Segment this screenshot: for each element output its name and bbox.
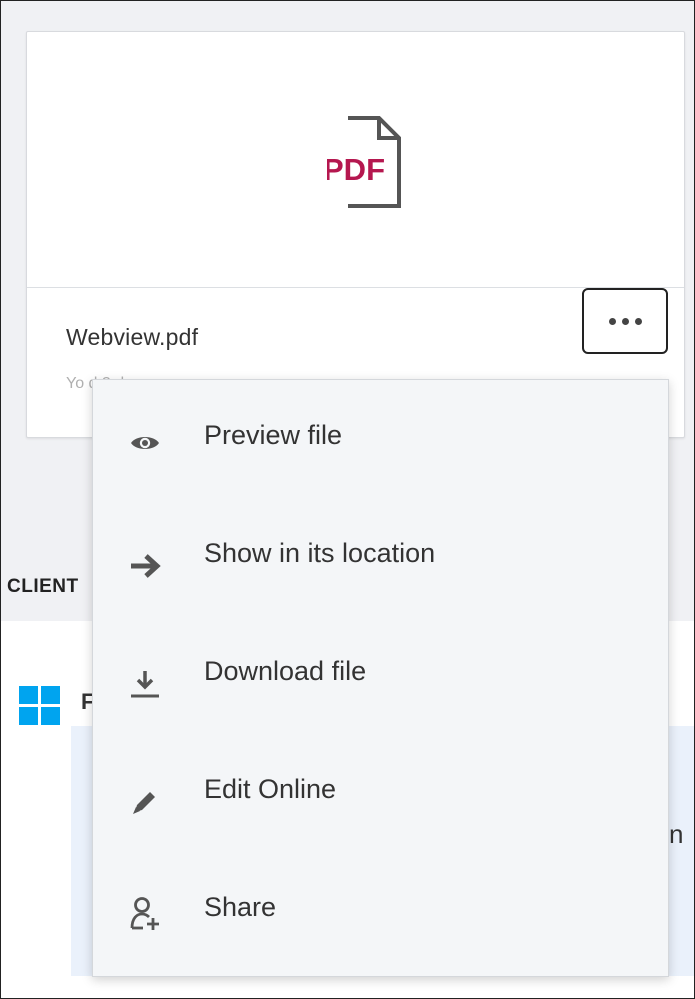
arrow-right-icon (127, 548, 163, 584)
menu-item-share[interactable]: Share (93, 852, 668, 970)
more-dot (621, 317, 629, 325)
pencil-icon (127, 784, 163, 820)
more-dot (634, 317, 642, 325)
menu-item-label: Share (204, 892, 277, 922)
file-thumbnail[interactable]: PDF (27, 32, 684, 288)
eye-icon (127, 425, 163, 461)
file-name[interactable]: Webview.pdf (66, 324, 198, 351)
menu-item-download-file[interactable]: Download file (93, 616, 668, 734)
windows-logo-icon (19, 686, 61, 726)
more-dot (608, 317, 616, 325)
file-context-menu: Preview file Show in its location Downlo… (92, 379, 669, 977)
more-actions-button[interactable] (582, 288, 668, 354)
add-user-icon (127, 896, 163, 932)
clients-section-label: CLIENT (7, 576, 79, 597)
menu-item-label: Download file (204, 656, 367, 686)
client-row-description: n (669, 819, 684, 849)
pdf-file-icon: PDF (327, 116, 401, 208)
menu-item-label: Show in its location (204, 538, 436, 568)
menu-item-label: Edit Online (204, 774, 337, 804)
app-frame: PDF Webview.pdf Yo d 2 d CLIENT F n (0, 0, 695, 999)
download-icon (127, 666, 163, 702)
file-card[interactable]: PDF Webview.pdf Yo d 2 d (26, 31, 685, 438)
pdf-icon-text: PDF (327, 152, 385, 187)
menu-item-label: Preview file (204, 420, 343, 450)
menu-item-show-in-location[interactable]: Show in its location (93, 498, 668, 616)
menu-item-preview-file[interactable]: Preview file (93, 380, 668, 498)
menu-item-edit-online[interactable]: Edit Online (93, 734, 668, 852)
